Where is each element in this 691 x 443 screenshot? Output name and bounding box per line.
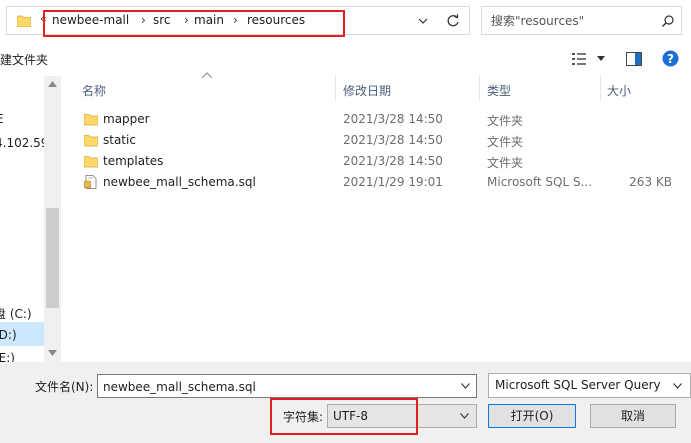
column-divider[interactable] — [335, 76, 336, 100]
file-type: 文件夹 — [487, 135, 524, 149]
folder-icon — [84, 114, 98, 126]
search-icon[interactable] — [661, 14, 675, 28]
refresh-icon[interactable] — [444, 12, 462, 30]
column-divider[interactable] — [479, 76, 480, 100]
nav-item-network[interactable]: 4.102.59 — [0, 136, 48, 150]
file-date: 2021/3/28 14:50 — [343, 154, 443, 168]
folder-icon — [17, 15, 31, 27]
sort-ascending-icon — [202, 72, 212, 78]
scroll-down-icon[interactable] — [48, 350, 57, 356]
svg-text:?: ? — [667, 52, 674, 66]
folder-icon — [84, 156, 98, 168]
file-row-templates[interactable]: templates 2021/3/28 14:50 文件夹 — [62, 151, 691, 172]
file-type: 文件夹 — [487, 156, 524, 170]
chevron-down-icon[interactable] — [460, 413, 469, 419]
scroll-up-icon[interactable] — [48, 81, 57, 87]
filename-combobox[interactable] — [97, 374, 477, 398]
view-options-icon[interactable] — [571, 52, 587, 66]
cancel-button[interactable]: 取消 — [590, 404, 676, 428]
file-date: 2021/3/28 14:50 — [343, 133, 443, 147]
folder-icon — [84, 135, 98, 147]
chevron-down-icon[interactable] — [461, 383, 470, 389]
file-name: newbee_mall_schema.sql — [103, 175, 256, 189]
file-size: 263 KB — [629, 175, 672, 189]
filename-label: 文件名(N): — [35, 380, 94, 394]
nav-item-drive-d[interactable]: (D:) — [0, 328, 17, 342]
file-row-schema-sql[interactable]: newbee_mall_schema.sql 2021/1/29 19:01 M… — [62, 172, 691, 193]
file-name: templates — [103, 154, 164, 168]
nav-item[interactable]: E — [0, 112, 4, 126]
filename-input[interactable] — [103, 379, 443, 395]
address-dropdown-icon[interactable] — [416, 14, 430, 28]
search-box[interactable] — [481, 6, 682, 35]
file-row-mapper[interactable]: mapper 2021/3/28 14:50 文件夹 — [62, 109, 691, 130]
help-icon[interactable]: ? — [662, 50, 679, 67]
file-row-static[interactable]: static 2021/3/28 14:50 文件夹 — [62, 130, 691, 151]
nav-scrollbar-thumb[interactable] — [46, 208, 59, 308]
column-header-type[interactable]: 类型 — [487, 82, 511, 99]
column-header-size[interactable]: 大小 — [607, 82, 631, 99]
sql-file-icon — [84, 175, 97, 189]
chevron-down-icon[interactable] — [597, 56, 605, 62]
search-input[interactable] — [491, 12, 651, 30]
column-header-date[interactable]: 修改日期 — [343, 82, 391, 99]
chevron-down-icon[interactable] — [673, 383, 682, 389]
new-folder-button[interactable]: 新建文件夹 — [0, 51, 48, 68]
file-type-select[interactable]: Microsoft SQL Server Query — [488, 373, 691, 398]
column-divider[interactable] — [600, 76, 601, 100]
file-date: 2021/3/28 14:50 — [343, 112, 443, 126]
nav-item-drive-c[interactable]: 盘 (C:) — [0, 305, 32, 322]
address-highlight-box — [43, 10, 345, 37]
file-type: Microsoft SQL S... — [487, 175, 593, 189]
file-date: 2021/1/29 19:01 — [343, 175, 443, 189]
encoding-highlight-box — [270, 398, 418, 435]
column-header-name[interactable]: 名称 — [82, 82, 106, 99]
file-type: 文件夹 — [487, 114, 524, 128]
file-type-value: Microsoft SQL Server Query — [495, 378, 661, 392]
open-button[interactable]: 打开(O) — [488, 404, 576, 428]
preview-pane-icon[interactable] — [626, 52, 642, 66]
file-name: mapper — [103, 112, 150, 126]
file-name: static — [103, 133, 136, 147]
